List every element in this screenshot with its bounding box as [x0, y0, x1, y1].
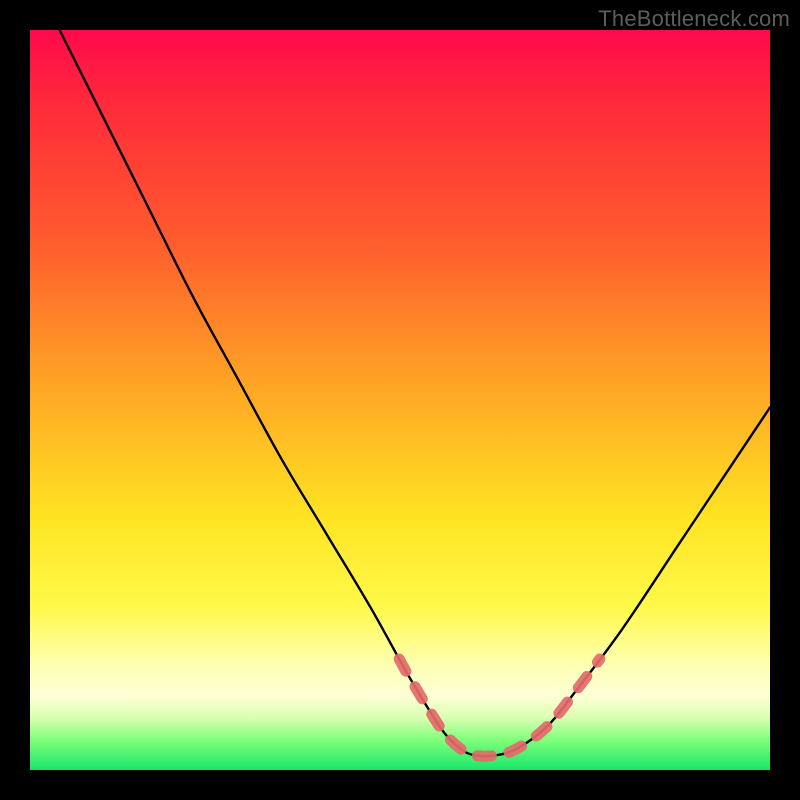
plot-area: [30, 30, 770, 770]
chart-frame: TheBottleneck.com: [0, 0, 800, 800]
bottleneck-curve: [60, 30, 770, 756]
highlight-segment: [399, 659, 600, 756]
attribution-watermark: TheBottleneck.com: [598, 6, 790, 32]
curve-layer: [30, 30, 770, 770]
